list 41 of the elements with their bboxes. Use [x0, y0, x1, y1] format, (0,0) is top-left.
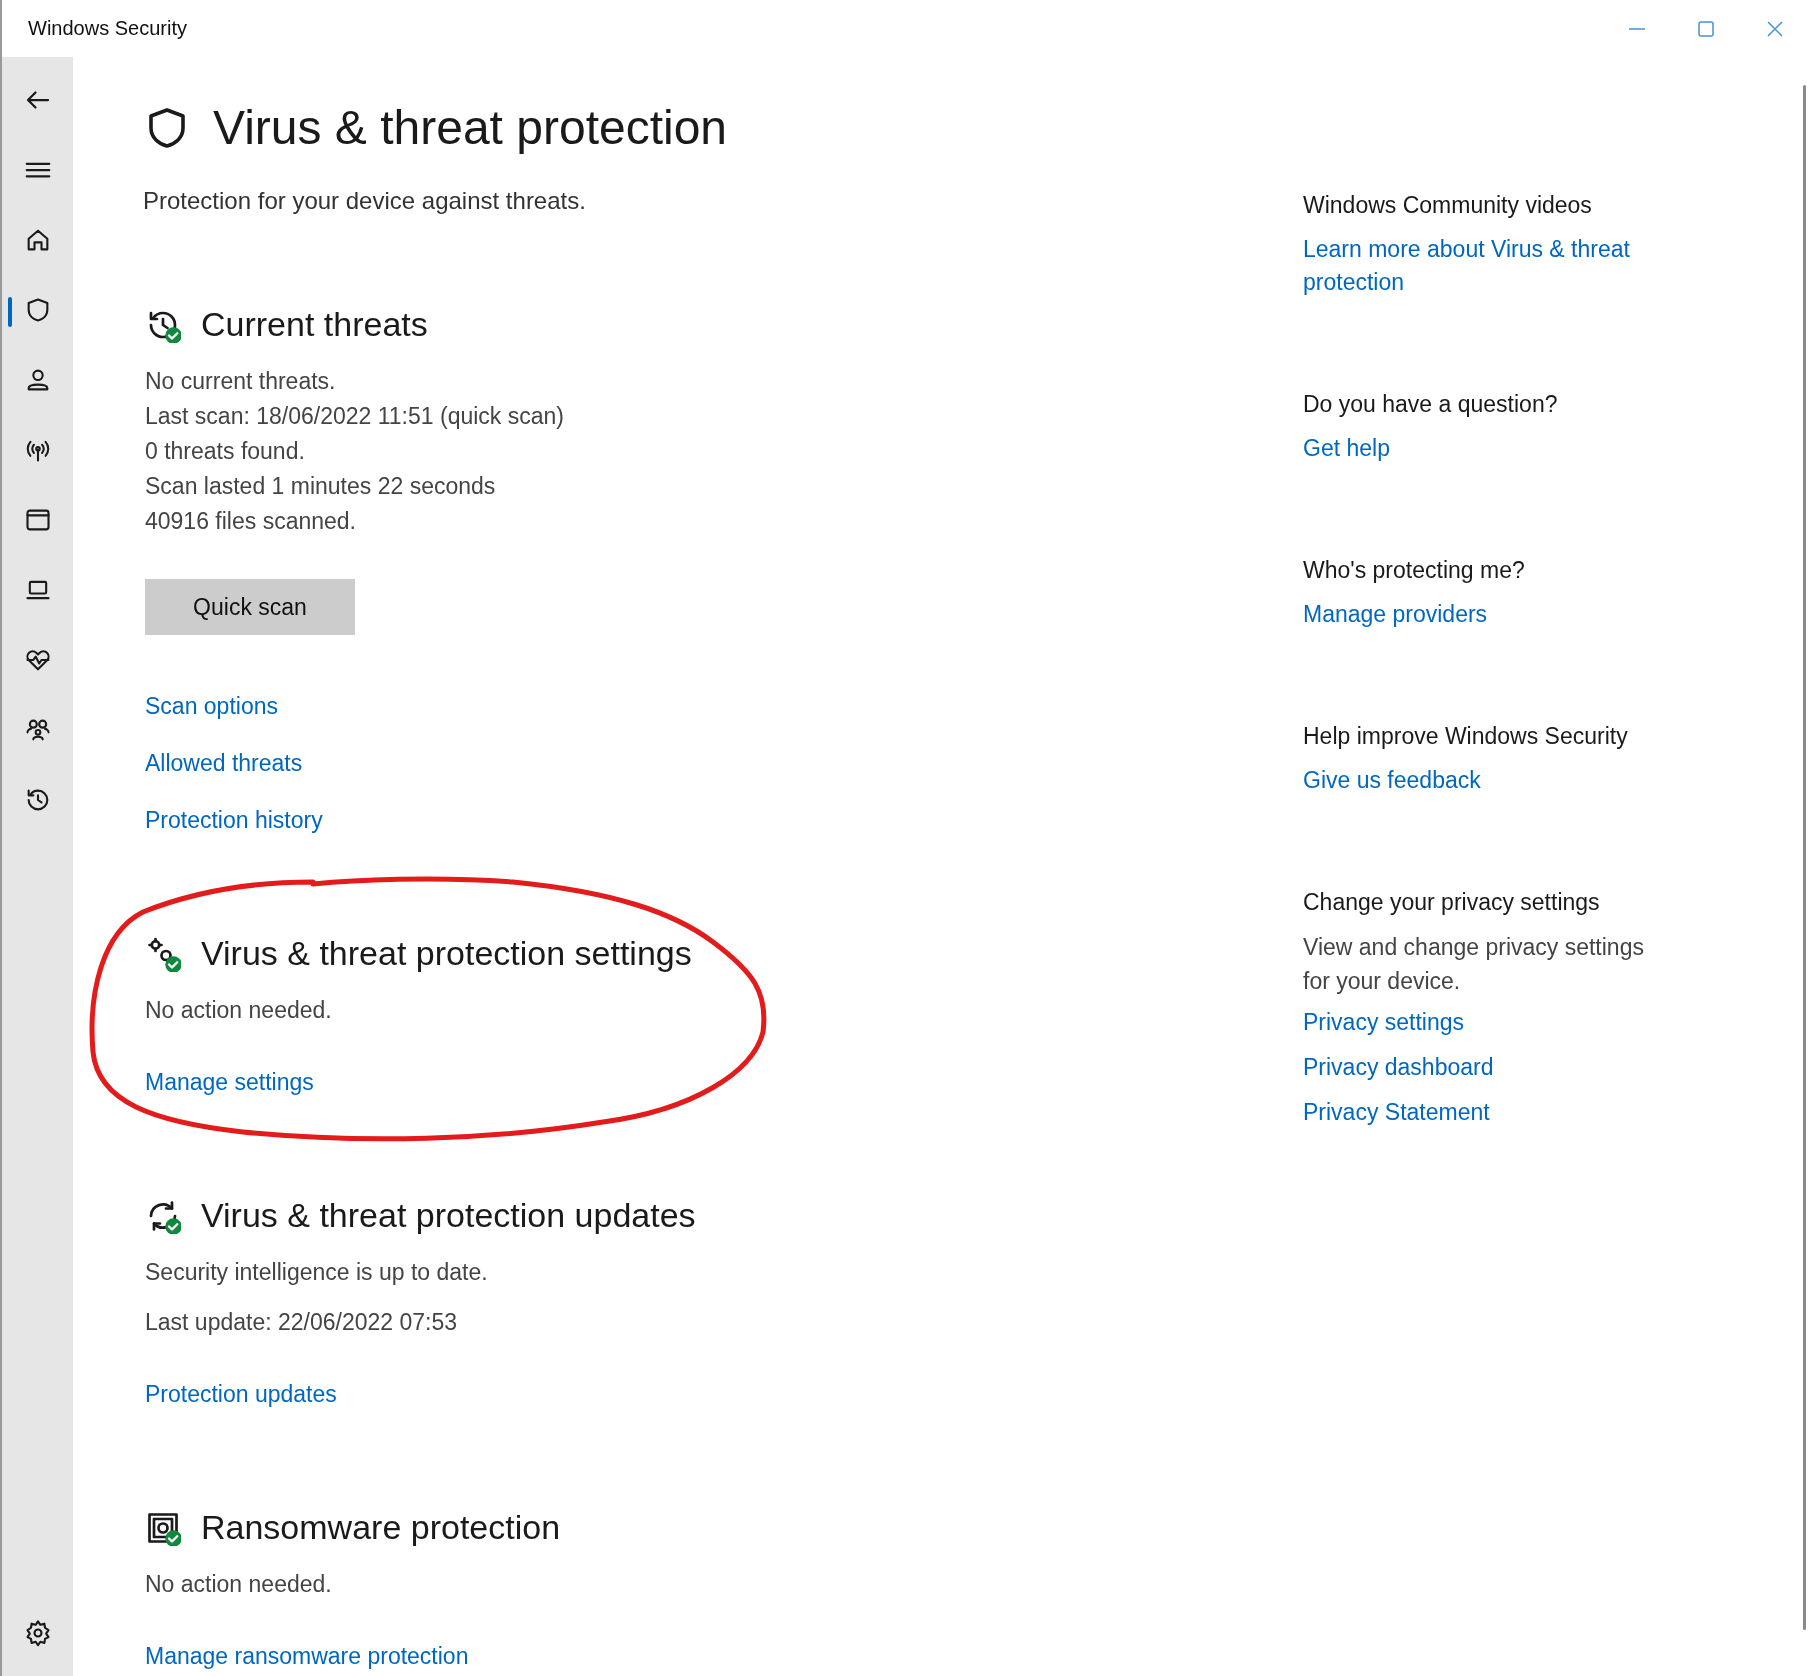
section-heading: Virus & threat protection settings	[201, 934, 692, 973]
page-subtitle: Protection for your device against threats.	[143, 187, 587, 215]
link[interactable]: Get help	[1303, 432, 1390, 465]
link[interactable]: Allowed threats	[145, 750, 303, 777]
link[interactable]: Privacy dashboard	[1303, 1051, 1494, 1084]
aside-heading: Do you have a question?	[1303, 391, 1559, 418]
aside-text: View and change privacy settings for your device.	[1303, 933, 1645, 996]
section-heading: Ransomware protection	[201, 1508, 561, 1547]
aside-heading: Windows Community videos	[1303, 192, 1593, 219]
quick-scan-button[interactable]: Quick scan	[145, 579, 355, 635]
link[interactable]: Learn more about Virus & threat protection	[1303, 233, 1723, 299]
status-text: Security intelligence is up to date.	[145, 1259, 489, 1285]
gears-check-icon	[145, 935, 181, 972]
link[interactable]: Manage ransomware protection	[145, 1643, 469, 1670]
status-text: Last update: 22/06/2022 07:53	[145, 1309, 459, 1335]
aside-heading: Change your privacy settings	[1303, 889, 1601, 916]
status-text: No action needed.	[145, 1571, 333, 1597]
minimize-icon	[1627, 26, 1646, 31]
section-heading: Virus & threat protection updates	[201, 1196, 696, 1235]
maximize-icon	[1697, 20, 1714, 37]
status-text: Scan lasted 1 minutes 22 seconds	[145, 473, 497, 499]
link[interactable]: Manage providers	[1303, 598, 1488, 631]
close-icon	[1766, 20, 1783, 37]
status-text: No current threats.	[145, 368, 337, 394]
link[interactable]: Privacy Statement	[1303, 1096, 1490, 1129]
window-title: Windows Security	[28, 17, 187, 40]
status-text: 0 threats found.	[145, 438, 306, 464]
status-text: Last scan: 18/06/2022 11:51 (quick scan)	[145, 403, 565, 429]
link[interactable]: Privacy settings	[1303, 1006, 1465, 1039]
link[interactable]: Manage settings	[145, 1069, 314, 1096]
status-text: 40916 files scanned.	[145, 508, 357, 534]
aside-heading: Help improve Windows Security	[1303, 723, 1629, 750]
aside-heading: Who's protecting me?	[1303, 557, 1526, 584]
page-title: Virus & threat protection	[213, 100, 728, 155]
section-heading: Current threats	[201, 305, 428, 344]
link[interactable]: Scan options	[145, 693, 278, 720]
link[interactable]: Give us feedback	[1303, 764, 1481, 797]
link[interactable]: Protection history	[145, 807, 323, 834]
scrollbar[interactable]	[1803, 85, 1806, 1630]
link[interactable]: Protection updates	[145, 1381, 337, 1408]
status-text: No action needed.	[145, 997, 333, 1023]
